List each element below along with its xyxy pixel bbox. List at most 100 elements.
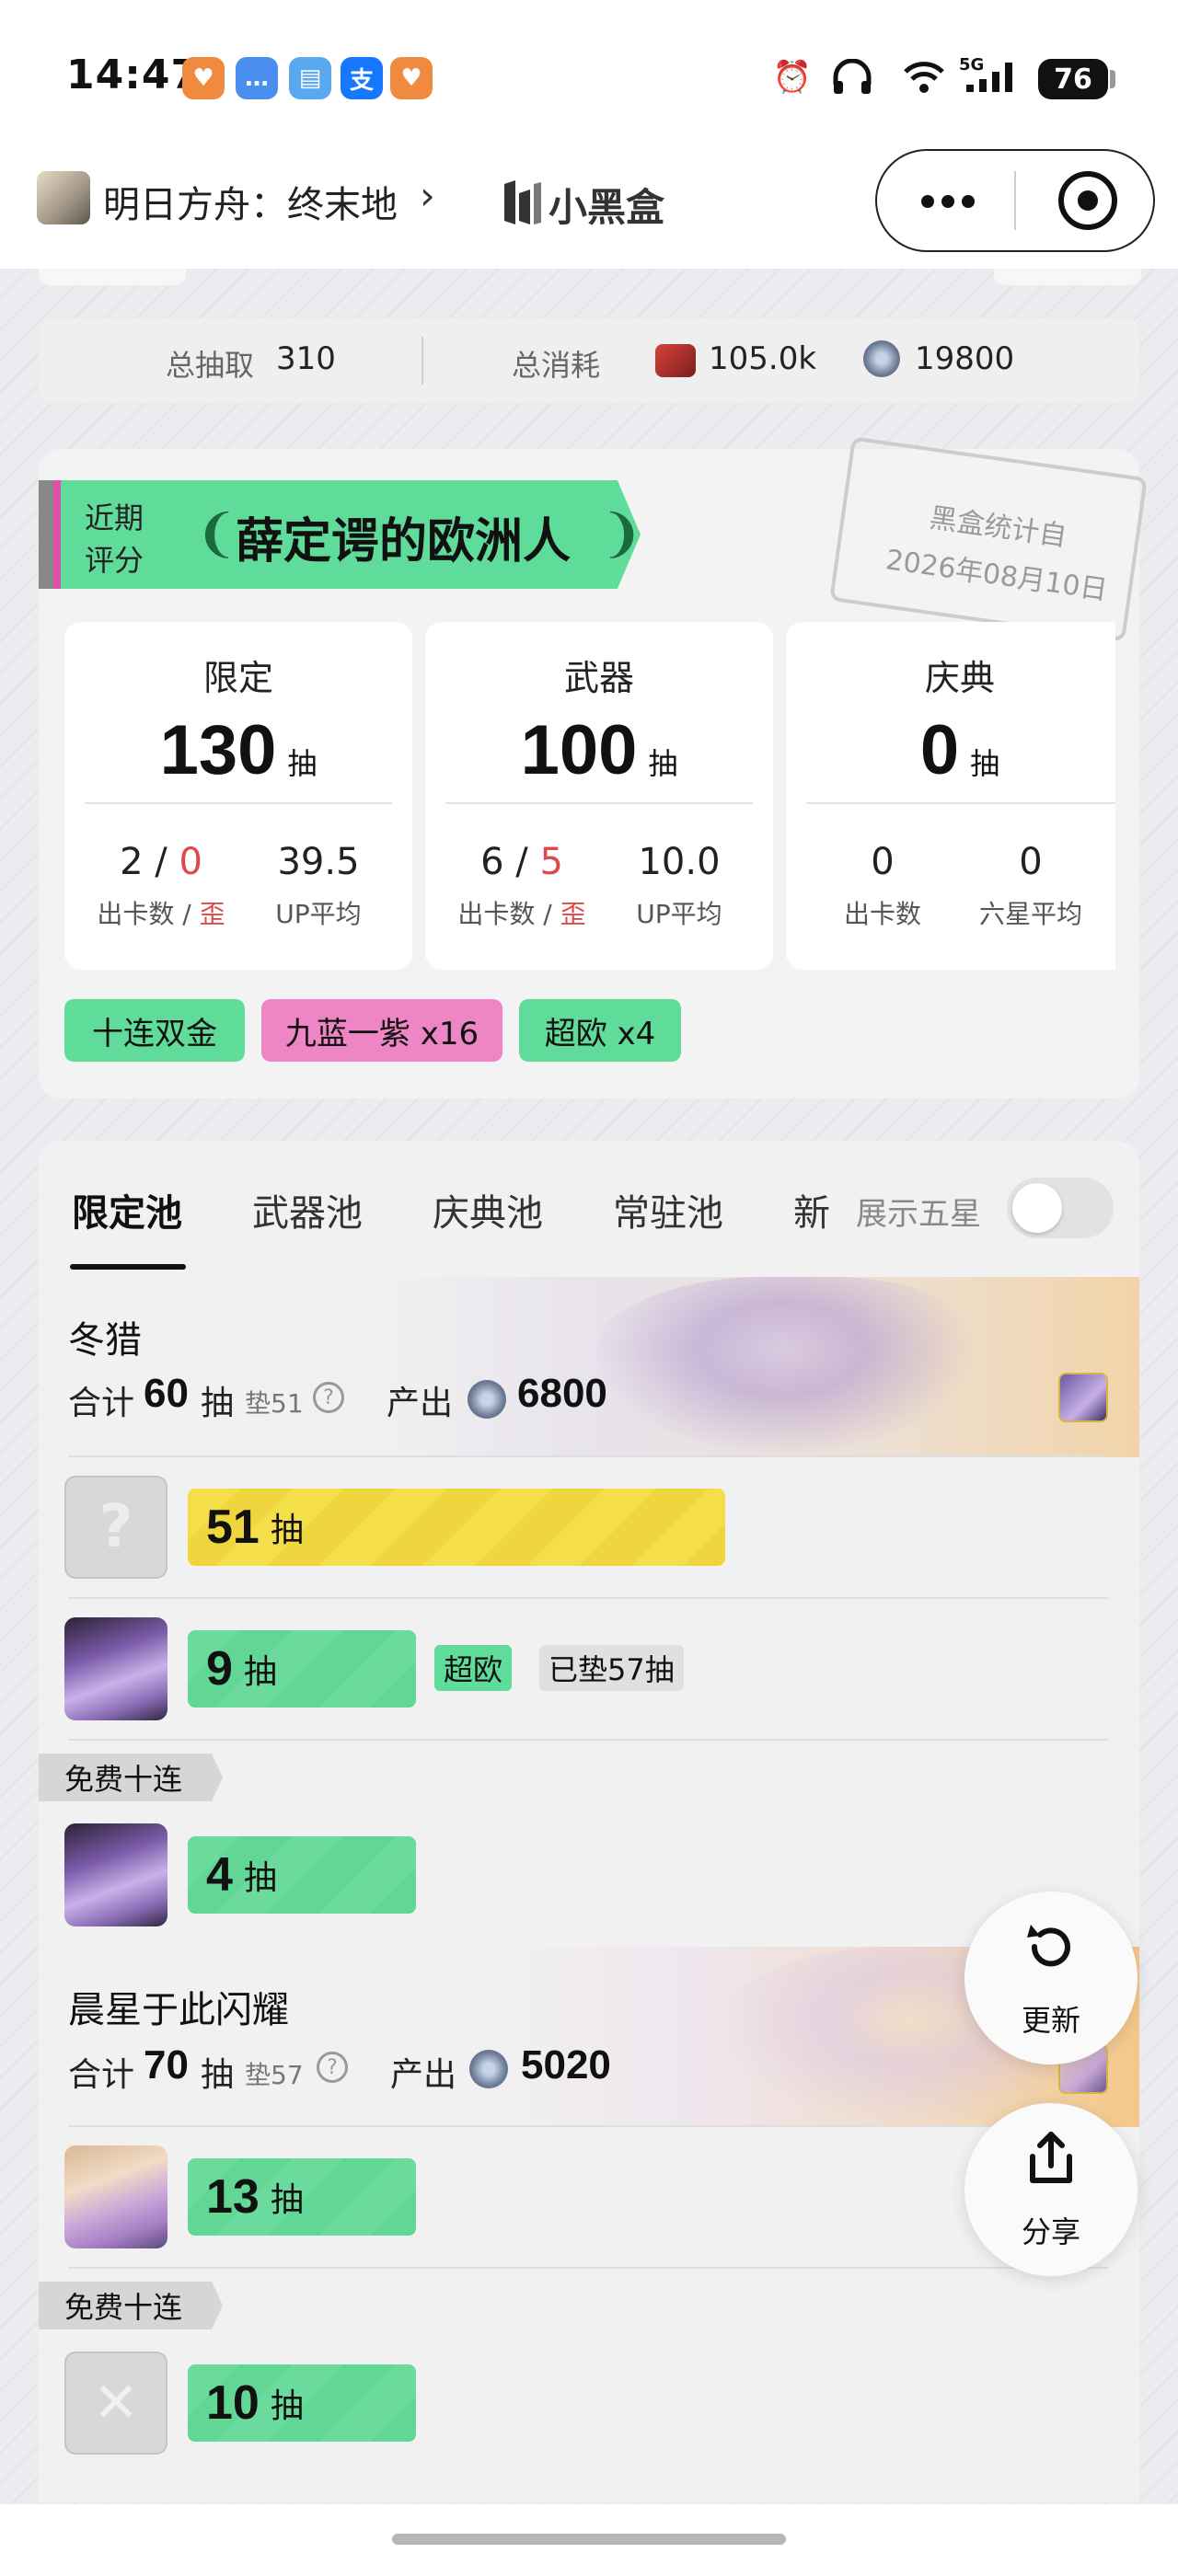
signal-icon <box>963 55 1022 99</box>
rating-title: 薛定谔的欧洲人 <box>236 514 572 569</box>
total-pulls-value: 310 <box>276 340 336 377</box>
super-lucky-tag: 超欧 <box>434 1645 513 1691</box>
total-cost-label: 总消耗 <box>512 348 601 383</box>
stat-value-sep: / <box>503 841 540 883</box>
share-label: 分享 <box>1021 2214 1080 2249</box>
originium-resource-icon <box>863 340 900 377</box>
tab-new-pool[interactable]: 新 <box>793 1183 830 1236</box>
tab-standard-pool[interactable]: 常驻池 <box>613 1183 723 1236</box>
row-divider <box>68 2125 1108 2127</box>
free-ten-pull-ribbon: 免费十连 <box>39 1754 223 1801</box>
pool-total-label: 合计 <box>68 2056 135 2094</box>
total-pulls-label: 总抽取 <box>166 348 255 383</box>
pool-total-label: 合计 <box>68 1385 135 1422</box>
empty-character-icon: ✕ <box>64 2352 167 2455</box>
laurel-left-icon: ❨ <box>195 504 238 564</box>
pull-count-bar: 4抽 <box>188 1836 416 1914</box>
pool-pity: 垫57 <box>245 2060 304 2090</box>
heart-app-icon: ♥ <box>182 57 225 99</box>
stat-divider <box>445 802 753 804</box>
rating-label-1: 近期 <box>85 500 144 535</box>
stat-pull-count: 130 抽 <box>64 710 412 790</box>
chevron-right-icon[interactable]: › <box>420 173 435 218</box>
more-options-icon[interactable] <box>911 178 985 224</box>
pool-pity: 垫51 <box>245 1388 304 1419</box>
stat-title: 武器 <box>563 658 634 698</box>
stat-count: 130 <box>159 711 277 789</box>
stat-divider <box>85 802 392 804</box>
row-divider <box>68 1455 1108 1457</box>
stat-left-value: 0 <box>871 841 895 883</box>
stat-left-value: 2 / 0 <box>83 841 239 883</box>
stat-pull-count: 0抽 <box>786 710 1134 790</box>
pull-unit: 抽 <box>243 1653 277 1691</box>
toggle-knob[interactable] <box>1012 1183 1062 1233</box>
prev-card-edge <box>39 269 186 285</box>
active-tab-indicator <box>70 1264 186 1270</box>
status-time: 14:47 <box>66 52 201 98</box>
stat-right-value: 39.5 <box>277 841 360 883</box>
share-button[interactable]: 分享 <box>964 2103 1138 2276</box>
stat-left-value: 6 / 5 <box>444 841 600 883</box>
headphones-icon <box>825 55 880 99</box>
summary-divider <box>422 337 423 385</box>
row-divider <box>68 2267 1108 2269</box>
refresh-button[interactable]: 更新 <box>964 1892 1138 2064</box>
refresh-icon <box>1022 1917 1080 1986</box>
help-icon[interactable]: ? <box>317 2052 348 2083</box>
stat-value-a: 6 <box>480 841 504 883</box>
pool-unit: 抽 <box>201 2056 235 2094</box>
character-avatar <box>64 1617 167 1720</box>
laurel-right-icon: ❩ <box>600 504 643 564</box>
pool-unit: 抽 <box>201 1385 235 1422</box>
close-miniprogram-icon[interactable] <box>1058 171 1117 230</box>
alarm-icon: ⏰ <box>772 59 813 96</box>
pool-name: 晨星于此闪耀 <box>68 1989 289 2031</box>
pull-count: 9 <box>206 1642 233 1696</box>
pull-unit: 抽 <box>270 2181 304 2219</box>
pool-featured-avatar <box>1058 1373 1108 1422</box>
unknown-character-icon: ? <box>64 1476 167 1579</box>
battery-indicator: 76 <box>1038 59 1108 99</box>
pull-count-bar: 13 抽 <box>188 2158 416 2236</box>
pool-total: 60 <box>144 1371 189 1416</box>
capsule-divider <box>1014 171 1016 230</box>
permit-resource-icon <box>655 344 696 377</box>
stat-label-a: 出卡数 / <box>97 899 200 929</box>
prev-card-edge-2 <box>994 269 1141 285</box>
stat-right-label: UP平均 <box>275 899 362 929</box>
stat-right-value: 10.0 <box>638 841 721 883</box>
pool-output: 6800 <box>517 1371 607 1416</box>
rating-accent-gray <box>39 480 53 589</box>
pull-unit: 抽 <box>270 2387 304 2425</box>
pull-unit: 抽 <box>243 1859 277 1897</box>
originium-icon <box>469 2050 508 2088</box>
stat-value-a: 2 <box>120 841 144 883</box>
game-title[interactable]: 明日方舟：终末地 <box>103 175 398 228</box>
stat-title: 庆典 <box>924 658 995 698</box>
game-avatar[interactable] <box>37 171 90 224</box>
chip-super-lucky: 超欧 x4 <box>519 999 681 1062</box>
pool-output-label: 产出 <box>390 2056 457 2094</box>
pull-unit: 抽 <box>270 1512 304 1549</box>
stat-right-label: UP平均 <box>636 899 722 929</box>
cost-resource-1: 105.0k <box>709 340 817 377</box>
book-app-icon: ▤ <box>289 57 331 99</box>
stat-divider <box>806 802 1115 804</box>
home-indicator[interactable] <box>392 2534 786 2545</box>
pool-total: 70 <box>144 2042 189 2087</box>
stat-right-value: 0 <box>1019 841 1043 883</box>
refresh-label: 更新 <box>1021 2002 1080 2038</box>
tab-festival-pool[interactable]: 庆典池 <box>433 1183 543 1236</box>
help-icon[interactable]: ? <box>313 1382 344 1413</box>
stat-card-festival: 庆典 0抽 0 出卡数 0 六星平均 <box>786 622 1115 970</box>
tab-weapon-pool[interactable]: 武器池 <box>252 1183 363 1236</box>
stat-value-b: 0 <box>179 841 202 883</box>
stat-unit: 抽 <box>648 746 678 781</box>
stat-count: 100 <box>520 711 638 789</box>
tab-limited-pool[interactable]: 限定池 <box>72 1183 182 1236</box>
cost-resource-2: 19800 <box>915 340 1015 377</box>
stat-right-label: 六星平均 <box>978 899 1082 929</box>
stat-label-b: 歪 <box>560 899 586 929</box>
pull-count-bar: 9抽 <box>188 1630 416 1708</box>
